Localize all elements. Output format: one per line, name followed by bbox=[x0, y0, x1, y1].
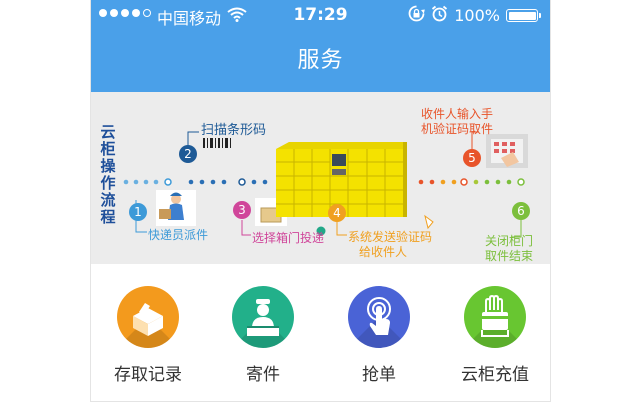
step-1-label: 快递员派件 bbox=[148, 228, 209, 242]
step-6-marker: 6 bbox=[512, 202, 530, 220]
menu-label-send: 寄件 bbox=[246, 365, 280, 385]
step-5-marker: 5 bbox=[463, 149, 481, 167]
menu-label-grab-order: 抢单 bbox=[362, 365, 396, 385]
menu-item-recharge[interactable]: 云柜充值 bbox=[440, 286, 550, 385]
courier-desk-icon bbox=[232, 286, 294, 348]
process-vertical-title: 云柜操作流程 bbox=[100, 123, 116, 226]
rotation-lock-icon bbox=[408, 5, 426, 26]
parcel-box-icon bbox=[117, 286, 179, 348]
keypad-device bbox=[486, 134, 528, 168]
step-1-marker: 1 bbox=[129, 203, 147, 221]
step-4-marker: 4 bbox=[328, 204, 346, 222]
step-3-label: 选择箱门投递 bbox=[252, 231, 325, 245]
step-3-marker: 3 bbox=[233, 201, 251, 219]
battery-percent: 100% bbox=[454, 6, 500, 25]
status-bar: 中国移动 17:29 100% bbox=[91, 0, 550, 30]
tap-finger-icon bbox=[348, 286, 410, 348]
alarm-icon bbox=[431, 5, 448, 26]
battery-icon bbox=[506, 9, 541, 22]
menu-item-send[interactable]: 寄件 bbox=[208, 286, 318, 385]
app-header: 中国移动 17:29 100% 服务 bbox=[91, 0, 550, 92]
hand-card-icon bbox=[464, 286, 526, 348]
step-6-label-line2: 取件结束 bbox=[485, 249, 534, 263]
process-banner[interactable]: 云柜操作流程 1 快递员派件 2 扫描条形码 3 选择箱门投递 4 系统发送验证… bbox=[91, 92, 550, 264]
menu-label-records: 存取记录 bbox=[114, 365, 182, 385]
service-menu: 存取记录 寄件 抢单 云柜充值 bbox=[91, 264, 550, 401]
receipt-slip bbox=[424, 214, 434, 230]
step-2-label: 扫描条形码 bbox=[201, 123, 267, 138]
step-2-marker: 2 bbox=[179, 145, 197, 163]
menu-label-recharge: 云柜充值 bbox=[461, 365, 529, 385]
phone-screen: 中国移动 17:29 100% 服务 云 柜 操 作 流 程 1 快递员派件 2… bbox=[91, 0, 550, 401]
courier-figure bbox=[156, 190, 196, 226]
page-title: 服务 bbox=[297, 48, 344, 73]
barcode bbox=[203, 138, 231, 148]
step-4-label-line2: 给收件人 bbox=[359, 245, 408, 259]
step-5-label-line2: 机验证码取件 bbox=[421, 122, 494, 136]
menu-item-grab-order[interactable]: 抢单 bbox=[324, 286, 434, 385]
status-right: 100% bbox=[408, 5, 541, 26]
menu-item-records[interactable]: 存取记录 bbox=[93, 286, 203, 385]
